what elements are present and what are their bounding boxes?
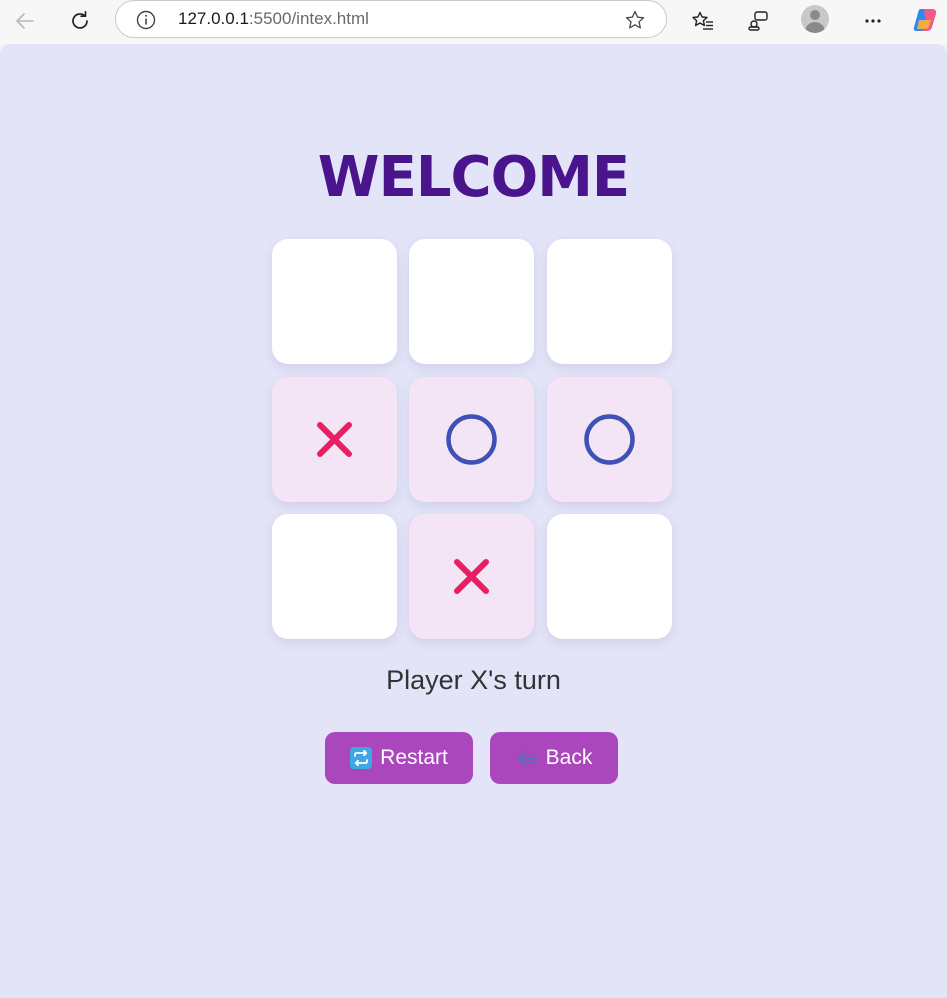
board-cell[interactable] <box>547 514 672 639</box>
game-board <box>272 239 672 639</box>
page-title: WELCOME <box>317 145 630 210</box>
url-path: :5500/intex.html <box>248 9 369 28</box>
left-arrow-icon <box>517 750 537 766</box>
cell-mark <box>272 377 397 502</box>
profile-avatar[interactable] <box>801 5 829 33</box>
board-cell-o[interactable] <box>409 377 534 502</box>
back-button[interactable]: Back <box>490 732 618 784</box>
more-dots-icon <box>865 19 881 23</box>
favorites-button[interactable] <box>686 4 720 38</box>
cell-mark <box>409 514 534 639</box>
back-label: Back <box>545 746 593 769</box>
site-info-icon[interactable] <box>136 10 156 30</box>
board-cell[interactable] <box>547 239 672 364</box>
o-mark-icon <box>584 414 635 465</box>
board-cell-x[interactable] <box>409 514 534 639</box>
address-bar[interactable]: 127.0.0.1:5500/intex.html <box>115 0 667 38</box>
avatar-body <box>805 22 825 33</box>
empty-cell <box>547 239 672 364</box>
browser-toolbar: 127.0.0.1:5500/intex.html <box>0 0 947 44</box>
more-menu-button[interactable] <box>856 4 890 38</box>
arrow-left-icon <box>16 13 34 29</box>
restart-button[interactable]: Restart <box>325 732 473 784</box>
turn-status: Player X's turn <box>386 665 561 695</box>
x-mark-icon <box>454 559 489 594</box>
repeat-icon <box>350 747 373 769</box>
board-cell[interactable] <box>272 239 397 364</box>
collections-button[interactable] <box>741 4 775 38</box>
url-host: 127.0.0.1 <box>178 9 249 28</box>
url-text[interactable]: 127.0.0.1:5500/intex.html <box>178 9 369 29</box>
board-cell-x[interactable] <box>272 377 397 502</box>
reload-icon <box>72 10 88 29</box>
collections-icon <box>748 11 768 31</box>
copilot-icon[interactable] <box>911 6 939 34</box>
cell-mark <box>547 377 672 502</box>
empty-cell <box>547 514 672 639</box>
favorite-star-icon[interactable] <box>624 9 646 31</box>
page-viewport: WELCOME Player X's turn Restart Back <box>0 44 947 998</box>
reload-button[interactable] <box>63 4 97 38</box>
empty-cell <box>409 239 534 364</box>
restart-label: Restart <box>380 746 448 769</box>
cell-mark <box>409 377 534 502</box>
board-cell[interactable] <box>409 239 534 364</box>
x-mark-icon <box>317 422 352 457</box>
board-cell[interactable] <box>272 514 397 639</box>
back-nav-button[interactable] <box>8 4 42 38</box>
empty-cell <box>272 239 397 364</box>
o-mark-icon <box>446 414 497 465</box>
favorites-list-icon <box>692 11 713 30</box>
empty-cell <box>272 514 397 639</box>
board-cell-o[interactable] <box>547 377 672 502</box>
avatar-head <box>810 10 820 20</box>
